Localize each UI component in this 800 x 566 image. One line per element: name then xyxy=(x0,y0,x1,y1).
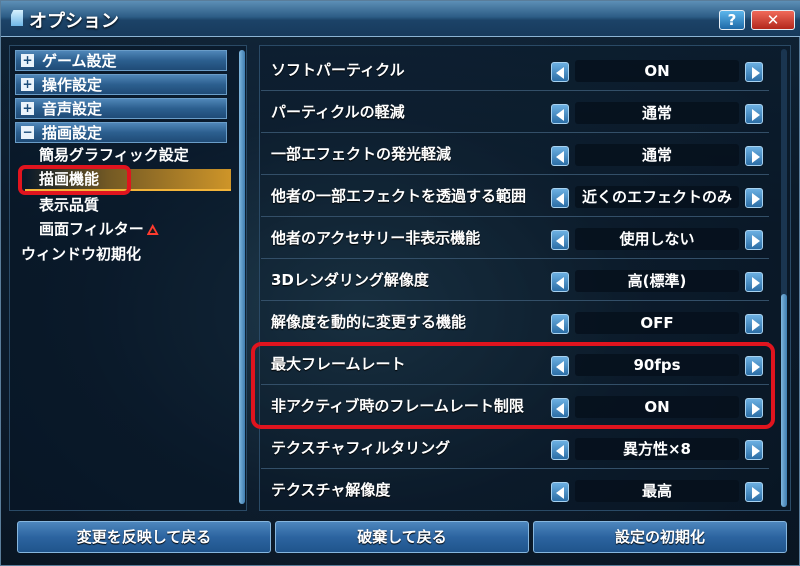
category-label: 描画設定 xyxy=(42,124,103,142)
expand-icon[interactable]: + xyxy=(21,102,34,115)
next-arrow-icon[interactable] xyxy=(745,314,763,334)
setting-row-texture-filtering: テクスチャフィルタリング 異方性×8 xyxy=(261,427,769,469)
next-arrow-icon[interactable] xyxy=(745,188,763,208)
setting-row-accessory-hide: 他者のアクセサリー非表示機能 使用しない xyxy=(261,217,769,259)
setting-row-texture-resolution: テクスチャ解像度 最高 xyxy=(261,469,769,511)
setting-value: 異方性×8 xyxy=(575,438,739,460)
setting-label: 3Dレンダリング解像度 xyxy=(271,271,429,289)
apply-and-return-button[interactable]: 変更を反映して戻る xyxy=(17,521,271,553)
expand-icon[interactable]: + xyxy=(21,54,34,67)
setting-label: 一部エフェクトの発光軽減 xyxy=(271,145,452,163)
window-icon xyxy=(11,10,23,26)
setting-label: 他者の一部エフェクトを透過する範囲 xyxy=(271,187,527,205)
next-arrow-icon[interactable] xyxy=(745,146,763,166)
category-graphics-settings[interactable]: − 描画設定 xyxy=(15,122,227,143)
previous-arrow-icon[interactable] xyxy=(551,314,569,334)
setting-label: ソフトパーティクル xyxy=(271,61,405,79)
setting-row-3d-resolution: 3Dレンダリング解像度 高(標準) xyxy=(261,259,769,301)
title-bar[interactable]: オプション ? ✕ xyxy=(1,1,800,37)
setting-value: 通常 xyxy=(575,102,739,124)
previous-arrow-icon[interactable] xyxy=(551,146,569,166)
setting-value: 近くのエフェクトのみ xyxy=(575,186,739,208)
subitem-display-quality[interactable]: 表示品質 xyxy=(39,194,99,216)
discard-and-return-button[interactable]: 破棄して戻る xyxy=(275,521,529,553)
setting-label: テクスチャフィルタリング xyxy=(271,439,451,457)
previous-arrow-icon[interactable] xyxy=(551,272,569,292)
expand-icon[interactable]: + xyxy=(21,78,34,91)
previous-arrow-icon[interactable] xyxy=(551,104,569,124)
setting-value: 高(標準) xyxy=(575,270,739,292)
collapse-icon[interactable]: − xyxy=(21,126,34,139)
next-arrow-icon[interactable] xyxy=(745,482,763,502)
settings-scrollbar[interactable] xyxy=(781,49,787,507)
sidebar-scrollbar[interactable] xyxy=(239,50,245,504)
setting-row-particle-reduction: パーティクルの軽減 通常 xyxy=(261,91,769,133)
category-label: 音声設定 xyxy=(42,100,103,118)
sidebar-scrollbar-thumb[interactable] xyxy=(239,50,245,504)
setting-value: 最高 xyxy=(575,480,739,502)
category-label: ゲーム設定 xyxy=(42,52,117,70)
category-label: 操作設定 xyxy=(42,76,103,94)
setting-value: ON xyxy=(575,60,739,82)
previous-arrow-icon[interactable] xyxy=(551,482,569,502)
subitem-screen-filter[interactable]: 画面フィルター xyxy=(39,218,159,240)
next-arrow-icon[interactable] xyxy=(745,62,763,82)
setting-label: テクスチャ解像度 xyxy=(271,481,391,499)
setting-value: OFF xyxy=(575,312,739,334)
reset-window-item[interactable]: ウィンドウ初期化 xyxy=(21,243,141,265)
setting-value: 使用しない xyxy=(575,228,739,250)
setting-label: 他者のアクセサリー非表示機能 xyxy=(271,229,481,247)
subitem-simple-graphics[interactable]: 簡易グラフィック設定 xyxy=(39,144,189,166)
options-window: オプション ? ✕ + ゲーム設定 + 操作設定 + 音声設定 − 描画設定 簡… xyxy=(0,0,800,566)
window-title: オプション xyxy=(29,11,119,32)
next-arrow-icon[interactable] xyxy=(745,104,763,124)
setting-row-dynamic-resolution: 解像度を動的に変更する機能 OFF xyxy=(261,301,769,343)
category-game-settings[interactable]: + ゲーム設定 xyxy=(15,50,227,71)
next-arrow-icon[interactable] xyxy=(745,272,763,292)
next-arrow-icon[interactable] xyxy=(745,440,763,460)
setting-label: パーティクルの軽減 xyxy=(271,103,405,121)
reset-settings-button[interactable]: 設定の初期化 xyxy=(533,521,787,553)
setting-label: 解像度を動的に変更する機能 xyxy=(271,313,467,331)
category-audio-settings[interactable]: + 音声設定 xyxy=(15,98,227,119)
help-button[interactable]: ? xyxy=(719,10,745,30)
setting-row-effect-glow: 一部エフェクトの発光軽減 通常 xyxy=(261,133,769,175)
previous-arrow-icon[interactable] xyxy=(551,230,569,250)
previous-arrow-icon[interactable] xyxy=(551,62,569,82)
close-button[interactable]: ✕ xyxy=(751,10,795,30)
settings-scrollbar-thumb[interactable] xyxy=(781,294,787,507)
highlight-annotation-right xyxy=(251,342,775,429)
previous-arrow-icon[interactable] xyxy=(551,440,569,460)
setting-row-effect-transparency: 他者の一部エフェクトを透過する範囲 近くのエフェクトのみ xyxy=(261,175,769,217)
next-arrow-icon[interactable] xyxy=(745,230,763,250)
warning-triangle-icon xyxy=(146,224,159,235)
setting-value: 通常 xyxy=(575,144,739,166)
highlight-annotation-left xyxy=(18,165,131,195)
setting-row-soft-particle: ソフトパーティクル ON xyxy=(261,49,769,91)
subitem-screen-filter-label: 画面フィルター xyxy=(39,220,144,238)
previous-arrow-icon[interactable] xyxy=(551,188,569,208)
category-control-settings[interactable]: + 操作設定 xyxy=(15,74,227,95)
